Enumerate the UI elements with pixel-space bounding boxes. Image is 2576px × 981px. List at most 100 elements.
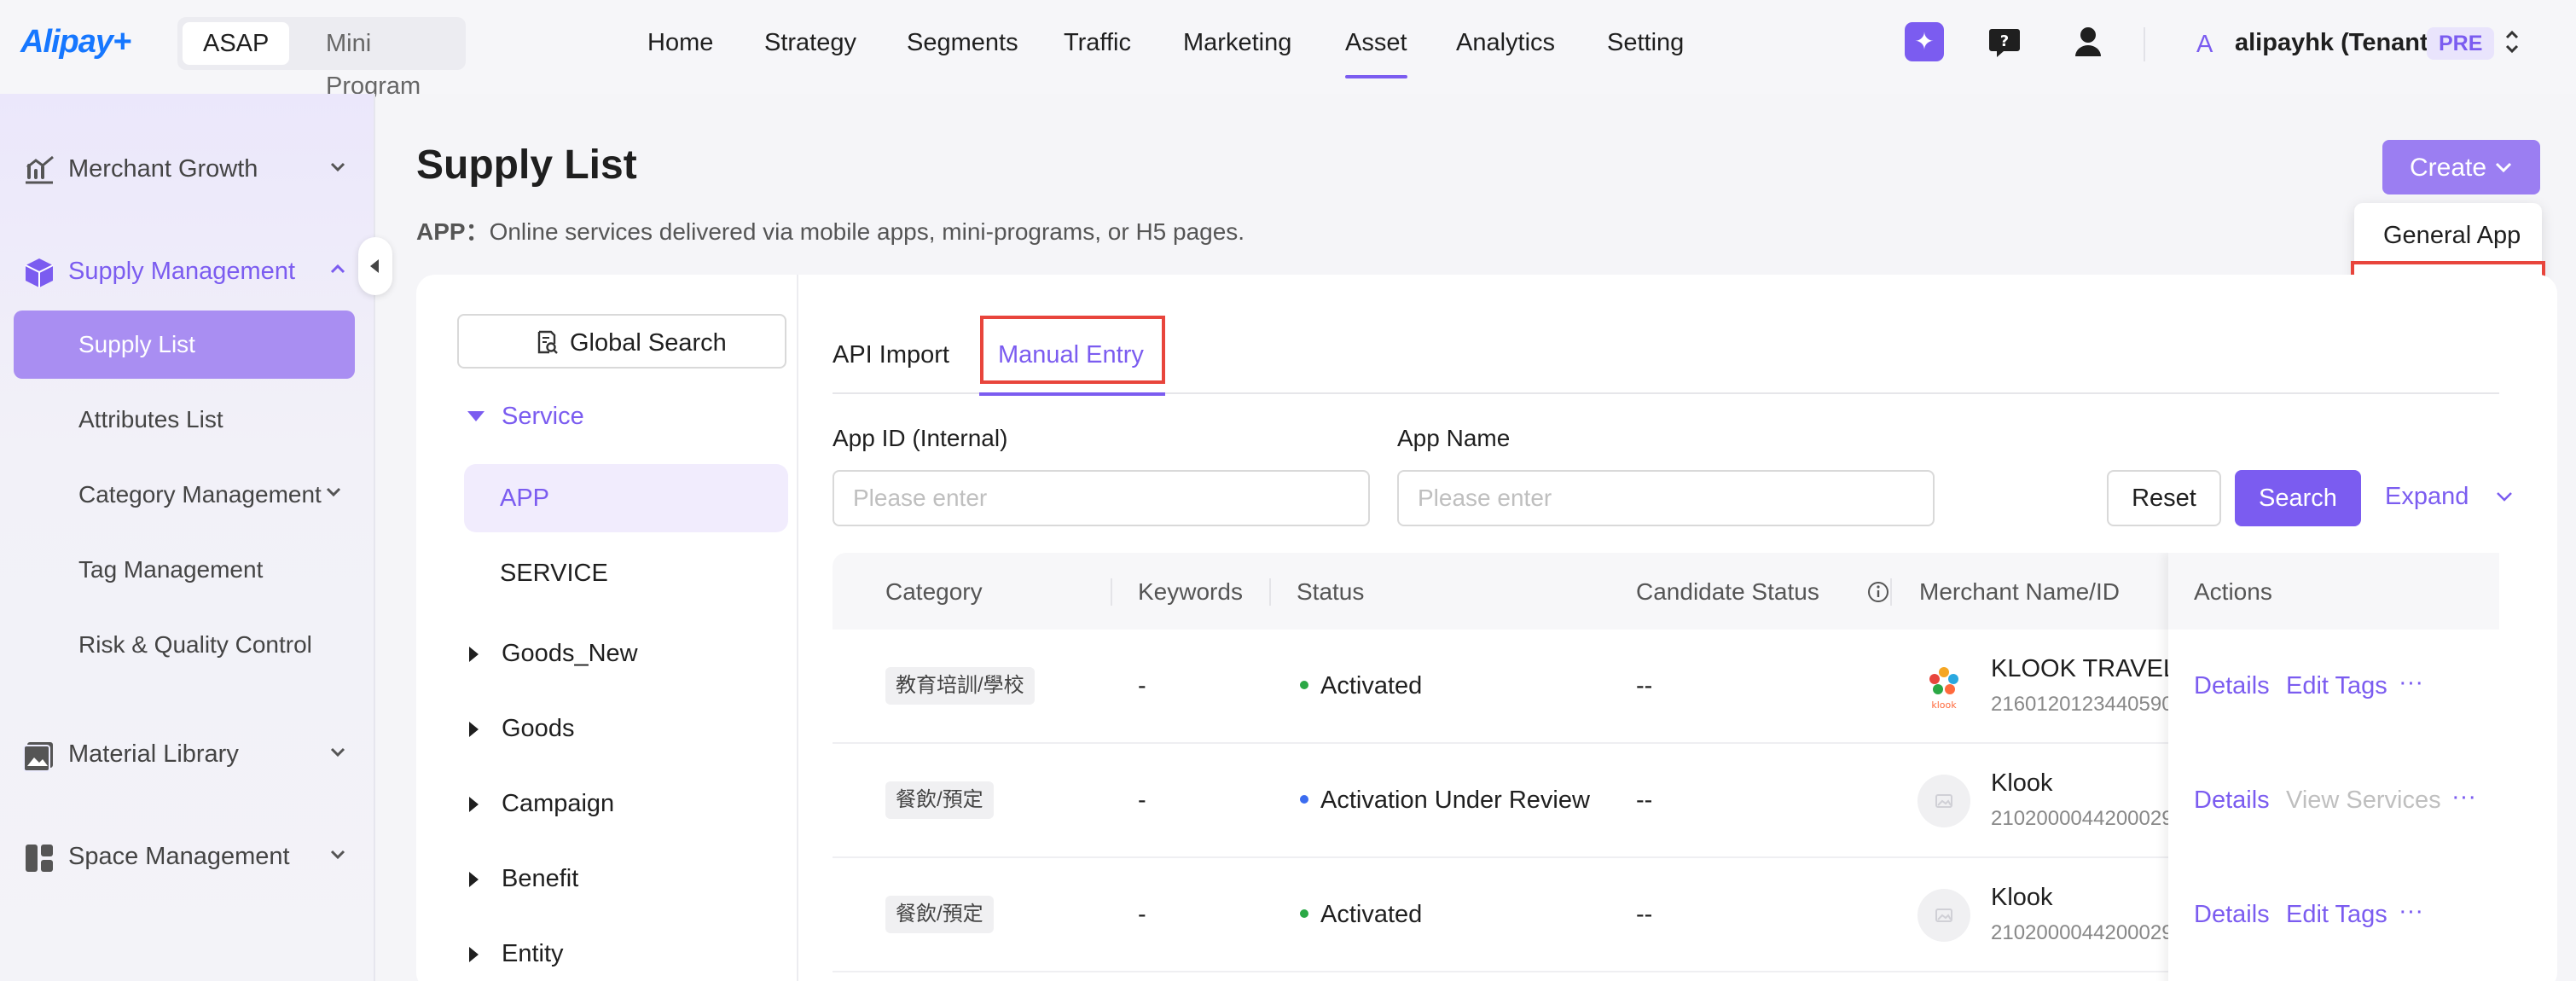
page-description: APP：Online services delivered via mobile… (416, 213, 1244, 247)
sidebar-item-attributes-list[interactable]: Attributes List (14, 386, 355, 454)
menu-item-general-app[interactable]: General App (2354, 210, 2542, 261)
nav-traffic[interactable]: Traffic (1064, 29, 1131, 57)
sidebar-item-tag-management[interactable]: Tag Management (14, 536, 355, 604)
tree-node-benefit[interactable]: Benefit (502, 865, 578, 893)
candidate-status-cell: -- (1636, 901, 1653, 928)
status-cell: Activation Under Review (1320, 787, 1590, 814)
chevron-down-icon (330, 747, 345, 758)
mode-tab-asap[interactable]: ASAP (183, 22, 290, 65)
category-tag: 餐飲/預定 (885, 896, 994, 933)
category-tag: 餐飲/預定 (885, 781, 994, 819)
mode-tab-mini-program[interactable]: Mini Program (305, 22, 466, 100)
merchant-name: Klook (1991, 884, 2053, 911)
caret-right-icon[interactable] (469, 947, 479, 962)
actions-header-cell: Actions (2168, 553, 2499, 630)
category-tree-panel: Global Search Service APP SERVICE Goods_… (416, 275, 798, 981)
sidebar-group-space-management[interactable]: Space Management (0, 826, 375, 885)
sidebar-group-merchant-growth[interactable]: Merchant Growth (0, 138, 375, 198)
merchant-id: 2102000044200029 (1991, 807, 2173, 830)
create-button[interactable]: Create (2382, 140, 2540, 194)
expand-label: Expand (2385, 483, 2469, 510)
tree-node-entity[interactable]: Entity (502, 940, 564, 968)
column-header-category: Category (885, 578, 983, 605)
edit-tags-link[interactable]: Edit Tags (2286, 672, 2387, 700)
details-link[interactable]: Details (2194, 672, 2270, 700)
nav-home[interactable]: Home (647, 29, 713, 57)
edit-tags-link[interactable]: Edit Tags (2286, 901, 2387, 929)
ai-sparkle-icon[interactable]: ✦ (1905, 22, 1944, 61)
nav-asset[interactable]: Asset (1345, 29, 1407, 78)
sidebar-item-supply-list[interactable]: Supply List (14, 311, 355, 379)
search-button[interactable]: Search (2235, 470, 2361, 526)
chevron-down-icon (330, 162, 345, 172)
tree-leaf-app[interactable]: APP (464, 464, 788, 532)
image-library-icon (23, 742, 53, 772)
alipay-plus-logo[interactable]: Alipay+ (20, 24, 131, 61)
tenant-name[interactable]: alipayhk (Tenant) (2235, 29, 2436, 57)
app-id-input[interactable]: Please enter (833, 470, 1370, 526)
nav-segments[interactable]: Segments (907, 29, 1018, 57)
more-actions-icon[interactable]: ··· (2399, 897, 2423, 926)
caret-right-icon[interactable] (469, 797, 479, 812)
merchant-name: KLOOK TRAVEL T (1991, 655, 2198, 682)
category-tag: 教育培訓/學校 (885, 667, 1035, 705)
svg-text:klook: klook (1931, 699, 1957, 711)
tab-api-import[interactable]: API Import (833, 341, 949, 369)
supply-box-icon (25, 258, 54, 287)
candidate-status-cell: -- (1636, 787, 1653, 814)
sidebar-item-risk-quality-control[interactable]: Risk & Quality Control (14, 611, 355, 679)
sidebar-group-material-library[interactable]: Material Library (0, 723, 375, 783)
merchant-growth-icon (26, 155, 54, 184)
app-id-label: App ID (Internal) (833, 425, 1008, 451)
sidebar-group-label: Material Library (68, 740, 239, 768)
app-name-input[interactable]: Please enter (1397, 470, 1935, 526)
expand-link[interactable]: Expand (2385, 483, 2512, 511)
caret-right-icon[interactable] (469, 872, 479, 887)
nav-analytics[interactable]: Analytics (1456, 29, 1555, 57)
sidebar: Merchant Growth Supply Management Supply… (0, 94, 375, 981)
help-chat-icon[interactable]: ? (1985, 22, 2024, 61)
info-icon[interactable] (1866, 580, 1890, 604)
merchant-id: 2160120123440590 (1991, 693, 2173, 716)
sidebar-collapse-button[interactable] (358, 237, 392, 295)
tree-node-goods-new[interactable]: Goods_New (502, 640, 638, 668)
more-actions-icon[interactable]: ··· (2399, 669, 2423, 697)
column-header-keywords: Keywords (1138, 578, 1243, 605)
user-profile-icon[interactable] (2068, 22, 2108, 61)
sidebar-group-label: Merchant Growth (68, 155, 258, 183)
sidebar-group-supply-management[interactable]: Supply Management (0, 241, 375, 300)
manual-entry-highlight-box (980, 316, 1165, 384)
tenant-switch-icon[interactable] (2503, 27, 2521, 56)
column-separator (1890, 578, 1892, 606)
keywords-cell: - (1138, 787, 1146, 814)
top-bar: Alipay+ ASAP Mini Program Home Strategy … (0, 0, 2576, 100)
page-title: Supply List (416, 142, 637, 188)
more-actions-icon[interactable]: ··· (2451, 783, 2476, 811)
image-placeholder-icon (1917, 889, 1970, 942)
details-link[interactable]: Details (2194, 901, 2270, 929)
chevron-down-icon (2497, 492, 2512, 502)
sidebar-item-label: Attributes List (78, 406, 223, 432)
global-search-label: Global Search (570, 329, 727, 357)
status-dot-review (1300, 795, 1308, 804)
sidebar-item-label: Category Management (78, 481, 322, 508)
nav-marketing[interactable]: Marketing (1183, 29, 1291, 57)
caret-down-icon[interactable] (467, 411, 484, 421)
column-header-status: Status (1297, 578, 1365, 605)
nav-setting[interactable]: Setting (1607, 29, 1684, 57)
caret-right-icon[interactable] (469, 647, 479, 662)
tenant-initial: A (2196, 31, 2213, 58)
tree-node-service[interactable]: Service (502, 403, 584, 431)
tree-leaf-label: APP (500, 485, 550, 512)
details-link[interactable]: Details (2194, 787, 2270, 815)
caret-right-icon[interactable] (469, 722, 479, 737)
reset-button[interactable]: Reset (2107, 470, 2221, 526)
status-dot-activated (1300, 909, 1308, 918)
tree-leaf-service[interactable]: SERVICE (464, 539, 788, 607)
sidebar-item-category-management[interactable]: Category Management (14, 461, 355, 529)
global-search-button[interactable]: Global Search (457, 314, 786, 369)
nav-strategy[interactable]: Strategy (764, 29, 856, 57)
chevron-up-icon (330, 264, 345, 274)
tree-node-campaign[interactable]: Campaign (502, 790, 614, 818)
tree-node-goods[interactable]: Goods (502, 715, 574, 743)
